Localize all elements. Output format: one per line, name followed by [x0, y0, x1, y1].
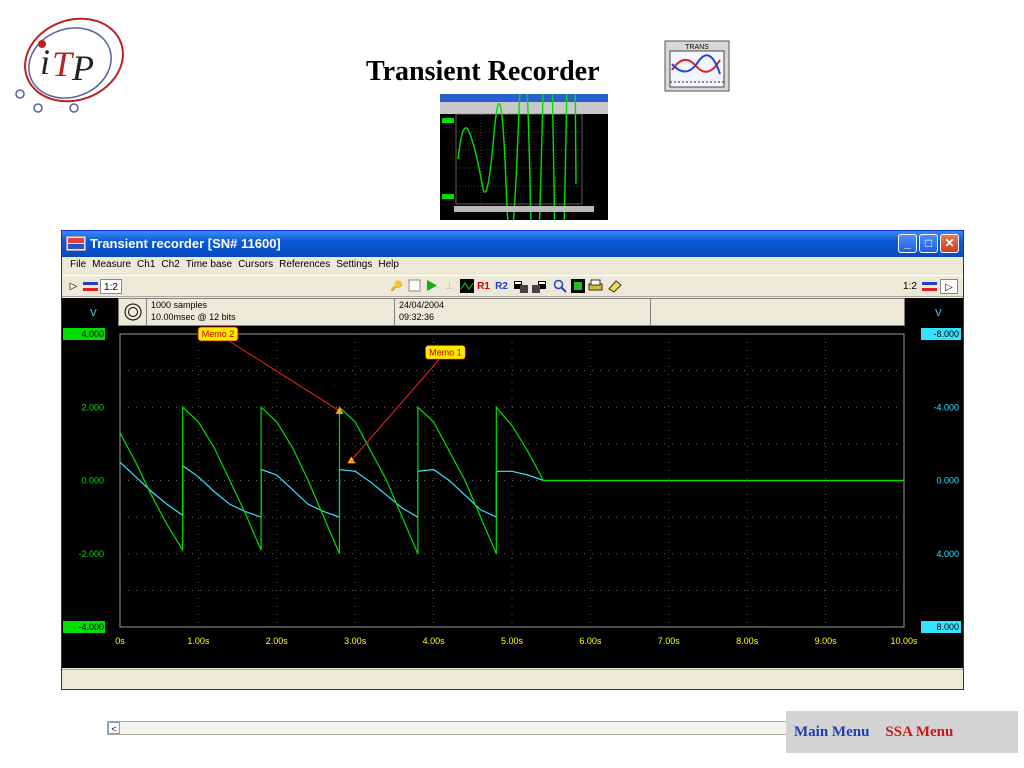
- samples-count: 1000 samples: [151, 300, 208, 310]
- ssa-menu-link[interactable]: SSA Menu: [877, 724, 961, 741]
- menu-settings[interactable]: Settings: [333, 257, 375, 274]
- timestamp-cell: 24/04/2004 09:32:36: [395, 299, 651, 325]
- x-tick-label: 1.00s: [187, 636, 210, 646]
- ch1-y-tick-label: 8.000: [936, 622, 959, 632]
- ch1-color-icon[interactable]: [83, 279, 98, 294]
- run-icon[interactable]: [424, 279, 439, 294]
- ch1-scale-button[interactable]: 1:2: [100, 279, 122, 294]
- scroll-left-icon[interactable]: <: [108, 722, 120, 734]
- toolbar: ▷ 1:2 🔑 ⊥ R1 R2 1:2 ▷: [62, 275, 963, 297]
- slide-title: Transient Recorder: [366, 56, 600, 87]
- memo-1-label: Memo 1: [429, 347, 462, 357]
- record-target-cell: [119, 299, 147, 325]
- print-icon[interactable]: [588, 279, 603, 294]
- x-tick-label: 2.00s: [266, 636, 289, 646]
- x-tick-label: 7.00s: [658, 636, 681, 646]
- acquisition-info-strip: 1000 samples 10.00msec @ 12 bits 24/04/2…: [118, 298, 905, 326]
- close-button[interactable]: ✕: [940, 234, 959, 253]
- sample-rate: 10.00msec @ 12 bits: [151, 312, 236, 322]
- ch1-y-tick-label: -8.000: [933, 329, 959, 339]
- ch2-y-tick-label: 2.000: [81, 402, 104, 412]
- export-icon[interactable]: [570, 279, 585, 294]
- transient-recorder-icon: TRANS: [664, 40, 730, 92]
- x-tick-label: 8.00s: [736, 636, 759, 646]
- svg-text:i: i: [40, 42, 50, 82]
- maximize-icon: □: [924, 236, 933, 250]
- window-titlebar[interactable]: Transient recorder [SN# 11600] _ □ ✕: [62, 231, 963, 257]
- copy-to-reference-icon[interactable]: [514, 279, 529, 294]
- reference-r2-button[interactable]: R2: [494, 279, 509, 294]
- app-thumbnail-screenshot: [440, 94, 608, 220]
- target-icon: [124, 303, 142, 321]
- reference-r1-button[interactable]: R1: [476, 279, 491, 294]
- x-tick-label: 9.00s: [815, 636, 838, 646]
- stop-icon[interactable]: [407, 279, 422, 294]
- ch2-unit-label: V: [90, 308, 97, 319]
- menu-help[interactable]: Help: [375, 257, 402, 274]
- close-icon: ✕: [944, 236, 955, 250]
- ch1-unit-label: V: [935, 308, 942, 319]
- record-time: 09:32:36: [399, 312, 435, 322]
- ch1-y-tick-label: 4.000: [936, 549, 959, 559]
- ch2-y-tick-label: 4.000: [81, 329, 104, 339]
- ch2-y-tick-label: -4.000: [78, 622, 104, 632]
- maximize-button[interactable]: □: [919, 234, 938, 253]
- x-tick-label: 4.00s: [423, 636, 446, 646]
- footer-nav: Main Menu SSA Menu: [786, 711, 1018, 753]
- menu-cursors[interactable]: Cursors: [235, 257, 276, 274]
- scope-display: 0s 1.00s 2.00s 3.00s 4.00s 5.00s 6.00s 7.00s 8.0…: [62, 298, 963, 735]
- minimize-button[interactable]: _: [898, 234, 917, 253]
- ch1-trigger-icon[interactable]: ▷: [66, 279, 81, 294]
- menu-bar: File Measure Ch1 Ch2 Time base Cursors R…: [62, 257, 963, 274]
- app-icon: [66, 236, 86, 251]
- icon-label: TRANS: [685, 44, 709, 51]
- sample-info-cell: 1000 samples 10.00msec @ 12 bits: [147, 299, 395, 325]
- zoom-icon[interactable]: [552, 279, 567, 294]
- transient-recorder-window: Transient recorder [SN# 11600] _ □ ✕ Fil…: [61, 230, 964, 735]
- menu-ch2[interactable]: Ch2: [158, 257, 182, 274]
- copy-from-reference-icon[interactable]: [532, 279, 547, 294]
- window-title: Transient recorder [SN# 11600]: [90, 236, 281, 251]
- x-tick-label: 10.00s: [890, 636, 918, 646]
- x-tick-label: 5.00s: [501, 636, 524, 646]
- ch1-y-tick-label: -4.000: [933, 402, 959, 412]
- key-icon[interactable]: 🔑: [389, 279, 404, 294]
- ch2-color-icon[interactable]: [922, 279, 937, 294]
- menu-file[interactable]: File: [67, 257, 89, 274]
- main-menu-link[interactable]: Main Menu: [786, 724, 877, 741]
- ch2-y-tick-label: -2.000: [78, 549, 104, 559]
- reference-view-icon[interactable]: [459, 279, 474, 294]
- menu-references[interactable]: References: [276, 257, 333, 274]
- menu-measure[interactable]: Measure: [89, 257, 134, 274]
- minimize-icon: _: [904, 236, 911, 250]
- ch2-trigger-icon[interactable]: ▷: [940, 279, 958, 294]
- x-tick-label: 0s: [115, 636, 125, 646]
- x-tick-label: 6.00s: [579, 636, 602, 646]
- ch2-scale-button[interactable]: 1:2: [900, 279, 920, 294]
- waveform-plot[interactable]: 0s 1.00s 2.00s 3.00s 4.00s 5.00s 6.00s 7.00s 8.0…: [62, 298, 963, 668]
- ch2-y-tick-label: 0.000: [81, 476, 104, 486]
- svg-text:P: P: [71, 48, 94, 88]
- menu-time-base[interactable]: Time base: [183, 257, 235, 274]
- ch1-y-tick-label: 0.000: [936, 476, 959, 486]
- record-date: 24/04/2004: [399, 300, 445, 310]
- menu-ch1[interactable]: Ch1: [134, 257, 158, 274]
- itp-logo: i T P: [15, 17, 124, 113]
- memo-2-label: Memo 2: [202, 329, 235, 339]
- x-tick-label: 3.00s: [344, 636, 367, 646]
- status-bar: [62, 669, 963, 689]
- eraser-icon[interactable]: [607, 279, 622, 294]
- cursor-tool-icon[interactable]: ⊥: [442, 279, 457, 294]
